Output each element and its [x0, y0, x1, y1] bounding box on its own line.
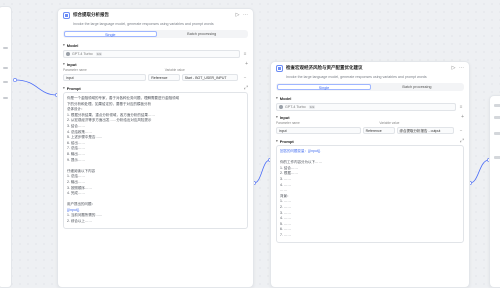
caret-down-icon: ▾	[276, 115, 278, 119]
model-name: GPT-4 Turbo	[72, 51, 93, 56]
add-icon[interactable]: +	[245, 61, 248, 67]
start-node-panel	[0, 6, 12, 288]
prompt-section-title: Prompt	[279, 138, 294, 144]
input-section-title: Input	[66, 61, 77, 67]
model-section-header[interactable]: ▾ Model	[276, 94, 464, 102]
context-chip: 32k	[95, 51, 103, 56]
model-row: GPT-4 Turbo 32k ≡	[63, 49, 248, 58]
next-node-row	[494, 116, 500, 119]
run-icon[interactable]: ▷	[235, 12, 240, 18]
variable-value-label: Variable value	[164, 68, 185, 72]
variable-value-select[interactable]: Start - BOT_USER_INPUT	[181, 73, 238, 81]
caret-down-icon: ▾	[276, 139, 278, 143]
node-title[interactable]: 综合提取分析报告	[73, 12, 232, 18]
param-name-input[interactable]: input	[276, 126, 361, 134]
node-header: 综合提取分析报告 ▷ ⋯	[58, 9, 253, 21]
input-section: ▾ Input + Parameter name Variable value …	[58, 60, 253, 81]
input-section: ▾ Input + Parameter name Variable value …	[271, 113, 469, 134]
llm-node-macro-risk-check[interactable]: 检查宏观经济风险与资产配置优化建议 ▷ ⋯ Invoke the large l…	[270, 61, 470, 288]
edge-node2-to-node3	[469, 159, 490, 184]
prompt-editor[interactable]: 你是一个金融领域的专家，善于对各种业务问题，理解需要进行金融领域 下的分析和处理。…	[63, 92, 248, 229]
variable-value-select[interactable]: 综合提取分析报告 - output	[396, 126, 454, 134]
node-header: 检查宏观经济风险与资产配置优化建议 ▷ ⋯	[271, 62, 469, 74]
tab-batch-processing[interactable]: Batch processing	[157, 31, 248, 37]
next-node-row	[494, 156, 500, 159]
caret-down-icon: ▾	[276, 96, 278, 100]
start-node-row	[3, 67, 8, 69]
input-section-title: Input	[279, 114, 290, 120]
model-logo-icon	[66, 51, 70, 56]
caret-down-icon: ▾	[63, 43, 65, 47]
remove-icon[interactable]: −	[242, 75, 248, 80]
prompt-section-header[interactable]: ▾ Prompt ⤢	[276, 137, 464, 145]
next-node-partial[interactable]	[489, 95, 500, 288]
mode-tabs: Single Batch processing	[63, 30, 248, 38]
more-icon[interactable]: ⋯	[243, 12, 248, 18]
add-icon[interactable]: +	[461, 114, 464, 120]
value-type-select[interactable]: Reference	[148, 73, 180, 81]
start-node-row	[3, 47, 8, 49]
node-description: Invoke the large language model, generat…	[73, 22, 214, 26]
next-node-row	[494, 132, 500, 135]
input-section-header[interactable]: ▾ Input +	[63, 60, 248, 68]
model-name: GPT-4 Turbo	[285, 104, 306, 109]
input-row: input Reference Start - BOT_USER_INPUT −	[63, 73, 248, 81]
model-section: ▾ Model GPT-4 Turbo 32k ≡	[271, 94, 469, 111]
tab-single[interactable]: Single	[64, 31, 157, 37]
next-node-row	[494, 104, 500, 107]
param-name-input[interactable]: input	[63, 73, 147, 81]
prompt-section: ▾ Prompt ⤢	[58, 84, 253, 92]
model-section-header[interactable]: ▾ Model	[63, 41, 248, 49]
prompt-editor[interactable]: 回答的问题变量：{{input}} 你的工作内容分为以下…… 1. 结合…… 2. …	[276, 145, 464, 243]
prompt-line: 2. 综合以上……	[67, 219, 92, 224]
start-node-row	[3, 81, 8, 83]
start-node-row	[3, 97, 8, 99]
param-name-label: Parameter name	[276, 121, 300, 125]
model-selector[interactable]: GPT-4 Turbo 32k	[63, 49, 240, 58]
more-icon[interactable]: ⋯	[459, 65, 464, 71]
prompt-section: ▾ Prompt ⤢	[271, 137, 469, 145]
caret-down-icon: ▾	[63, 86, 65, 90]
prompt-line: 7. ……	[280, 232, 291, 237]
remove-icon[interactable]: −	[458, 128, 464, 133]
model-logo-icon	[279, 104, 283, 109]
llm-node-icon	[63, 11, 70, 19]
value-type-select[interactable]: Reference	[362, 126, 395, 134]
prompt-section-title: Prompt	[66, 85, 81, 91]
tab-single[interactable]: Single	[277, 84, 371, 90]
context-chip: 32k	[308, 104, 316, 109]
model-section-title: Model	[66, 42, 79, 48]
node-description: Invoke the large language model, generat…	[286, 75, 427, 79]
variable-value-label: Variable value	[379, 121, 400, 125]
model-section-title: Model	[279, 95, 292, 101]
param-name-label: Parameter name	[63, 68, 87, 72]
run-icon[interactable]: ▷	[451, 65, 456, 71]
prompt-section-header[interactable]: ▾ Prompt ⤢	[63, 84, 248, 92]
model-section: ▾ Model GPT-4 Turbo 32k ≡	[58, 41, 253, 58]
edge-start-to-node1	[14, 79, 58, 96]
settings-icon[interactable]: ≡	[242, 51, 248, 56]
mode-tabs: Single Batch processing	[276, 83, 464, 91]
llm-node-icon	[276, 64, 283, 72]
caret-down-icon: ▾	[63, 62, 65, 66]
node-title[interactable]: 检查宏观经济风险与资产配置优化建议	[286, 65, 448, 71]
model-row: GPT-4 Turbo 32k ≡	[276, 102, 464, 111]
expand-icon[interactable]: ⤢	[244, 85, 248, 91]
model-selector[interactable]: GPT-4 Turbo 32k	[276, 102, 456, 111]
llm-node-summary-report[interactable]: 综合提取分析报告 ▷ ⋯ Invoke the large language m…	[57, 8, 254, 288]
input-section-header[interactable]: ▾ Input +	[276, 113, 464, 121]
edge-node1-to-node2	[253, 159, 271, 184]
start-node-partial[interactable]	[0, 0, 15, 288]
input-row: input Reference 综合提取分析报告 - output −	[276, 126, 464, 134]
expand-icon[interactable]: ⤢	[460, 138, 464, 144]
tab-batch-processing[interactable]: Batch processing	[371, 84, 463, 90]
settings-icon[interactable]: ≡	[458, 104, 464, 109]
